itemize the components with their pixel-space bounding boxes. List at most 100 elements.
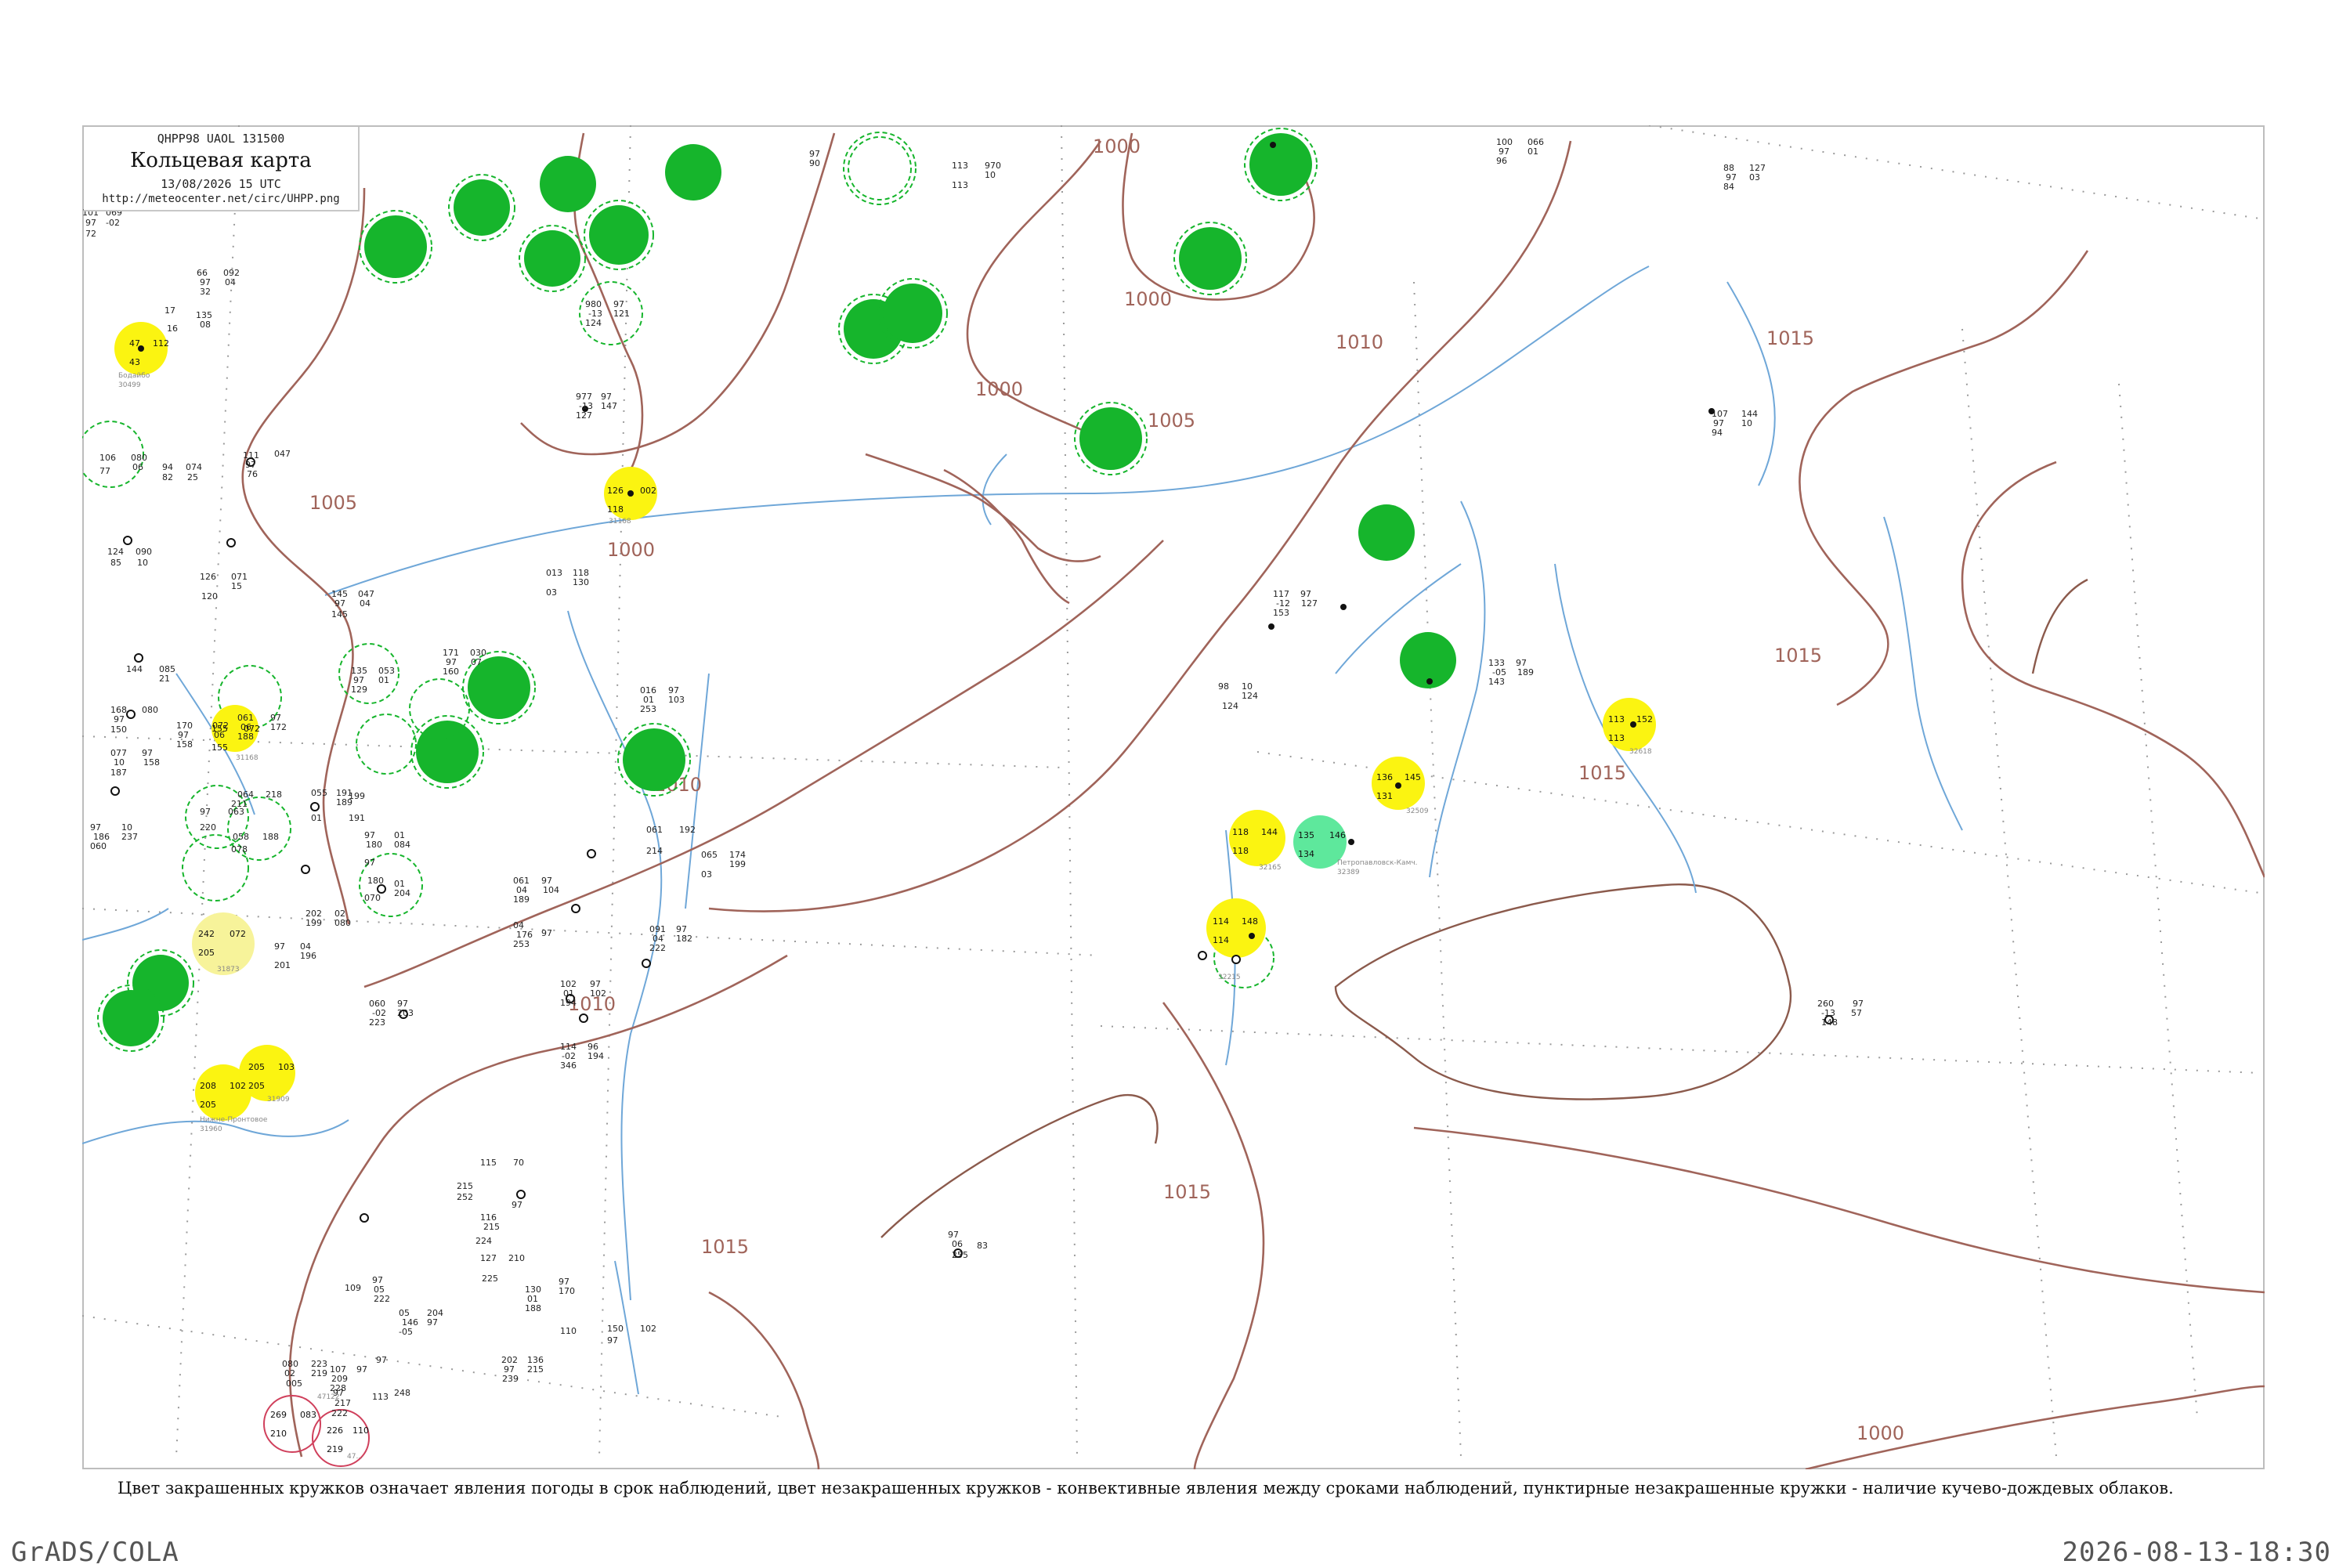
station-value: 252 [457, 1192, 473, 1202]
station-temp: 242 [198, 929, 215, 939]
station-value: 109 [345, 1283, 361, 1293]
map-date: 13/08/2026 15 UTC [161, 177, 281, 191]
isobar-label-1015: 1015 [701, 1236, 749, 1258]
footer-software: GrADS/COLA [11, 1537, 179, 1568]
station-value: 214 [646, 846, 663, 856]
station-circle [1244, 128, 1318, 201]
map-caption: Цвет закрашенных кружков означает явлени… [118, 1479, 2174, 1498]
yellow-stations [114, 322, 1656, 1121]
station-value: 97 [607, 1335, 618, 1346]
station-label: 32215 [1218, 974, 1241, 981]
station-value: 102 [640, 1324, 656, 1334]
station-value: 03 [546, 587, 557, 598]
station-value: 215 [457, 1181, 473, 1191]
station-value: 192 [679, 825, 696, 835]
station-value: 215 [483, 1222, 500, 1232]
station-value: 191 [349, 813, 365, 823]
station-circle [1074, 402, 1148, 475]
station-value: 01 [378, 675, 389, 685]
station-circle [448, 174, 515, 241]
station-value: 84 [1723, 182, 1734, 192]
station-pres: 072 [244, 724, 260, 734]
station-value: 148 [1821, 1017, 1838, 1028]
station-value: 060 [90, 841, 107, 851]
station-value: 222 [374, 1294, 390, 1304]
station-value: 106 [99, 453, 116, 463]
station-value: 222 [649, 943, 666, 953]
station-value: 047 [274, 449, 291, 459]
station-circle [1206, 898, 1266, 958]
station-temp: 136 [1376, 772, 1393, 782]
station-value: 129 [351, 685, 367, 695]
weather-map: 1000 1000 1000 1000 1005 1005 1010 1010 … [82, 125, 2265, 1469]
footer-timestamp: 2026-08-13-18:30 [2062, 1537, 2331, 1568]
station-value: 113 [952, 161, 968, 171]
station-value: 078 [231, 844, 248, 854]
station-value: 090 [136, 547, 152, 557]
station-value: 150 [110, 724, 127, 735]
station-value: 220 [200, 822, 216, 833]
station-pres: 072 [230, 929, 246, 939]
station-value: 253 [640, 704, 656, 714]
station-value: 124 [585, 318, 602, 328]
station-value: 110 [560, 1326, 577, 1336]
station-temp: 269 [270, 1410, 287, 1420]
station-value: 120 [201, 591, 218, 602]
station-temp: 47 [129, 338, 140, 349]
station-value: 113 [952, 180, 968, 190]
station-dew: 205 [200, 1100, 216, 1110]
station-value: 080 [334, 918, 351, 928]
station-value: 97 [114, 714, 125, 724]
station-label: 47... [347, 1453, 363, 1461]
station-value: 70 [513, 1158, 524, 1168]
isobar-label-1015: 1015 [1578, 762, 1626, 784]
station-value: 127 [1301, 598, 1318, 609]
isobar-label-1000: 1000 [607, 539, 655, 561]
station-circle [843, 132, 916, 205]
coastline [880, 578, 2088, 1238]
station-value: 10 [1741, 418, 1752, 428]
station-circle [519, 225, 586, 292]
isobar-label-1015: 1015 [1766, 327, 1814, 349]
station-value: 32 [200, 287, 211, 297]
station-pres: 145 [1405, 772, 1421, 782]
station-value: 85 [110, 558, 121, 568]
station-value: 127 [480, 1253, 497, 1263]
station-value: 196 [300, 951, 316, 961]
map-title-box: QHPP98 UAOL 131500 Кольцевая карта 13/08… [84, 127, 360, 211]
isobars [241, 132, 2265, 1469]
station-value: 084 [394, 840, 410, 850]
station-label: 31168 [609, 518, 631, 526]
station-value: 97 [356, 1364, 367, 1375]
isobar-label-1010: 1010 [1336, 331, 1383, 353]
station-pres: 112 [153, 338, 169, 349]
station-pres: 102 [230, 1081, 246, 1091]
station-value: 97 [376, 1355, 387, 1365]
station-pres: 110 [352, 1425, 369, 1436]
station-value: 150 [607, 1324, 624, 1334]
station-circle [584, 200, 654, 270]
station-value: 182 [676, 934, 692, 944]
station-circle [97, 985, 164, 1052]
station-value: 96 [1496, 156, 1507, 166]
station-circle [359, 210, 432, 284]
map-url[interactable]: http://meteocenter.net/circ/UHPP.png [84, 193, 358, 205]
station-value: 160 [443, 667, 459, 677]
isobar-label-1005: 1005 [309, 492, 357, 514]
station-value: 210 [508, 1253, 525, 1263]
station-value: 187 [110, 768, 127, 778]
station-pres: 002 [640, 486, 656, 496]
station-temp: 118 [1232, 827, 1249, 837]
station-value: 061 [646, 825, 663, 835]
station-pres: 083 [300, 1410, 316, 1420]
station-names: Бодайбо 30499 31168 31168 31873 Нижне-Пр… [118, 372, 1652, 1461]
station-value: 199 [729, 859, 746, 869]
station-value: 055 [311, 788, 327, 798]
cb-rings [82, 281, 1274, 988]
station-value: 194 [588, 1051, 604, 1061]
station-value: 253 [513, 939, 530, 949]
station-value: 172 [270, 722, 287, 732]
station-value: 06 [132, 462, 143, 472]
station-pres: 103 [278, 1062, 295, 1072]
station-value: 147 [601, 401, 617, 411]
